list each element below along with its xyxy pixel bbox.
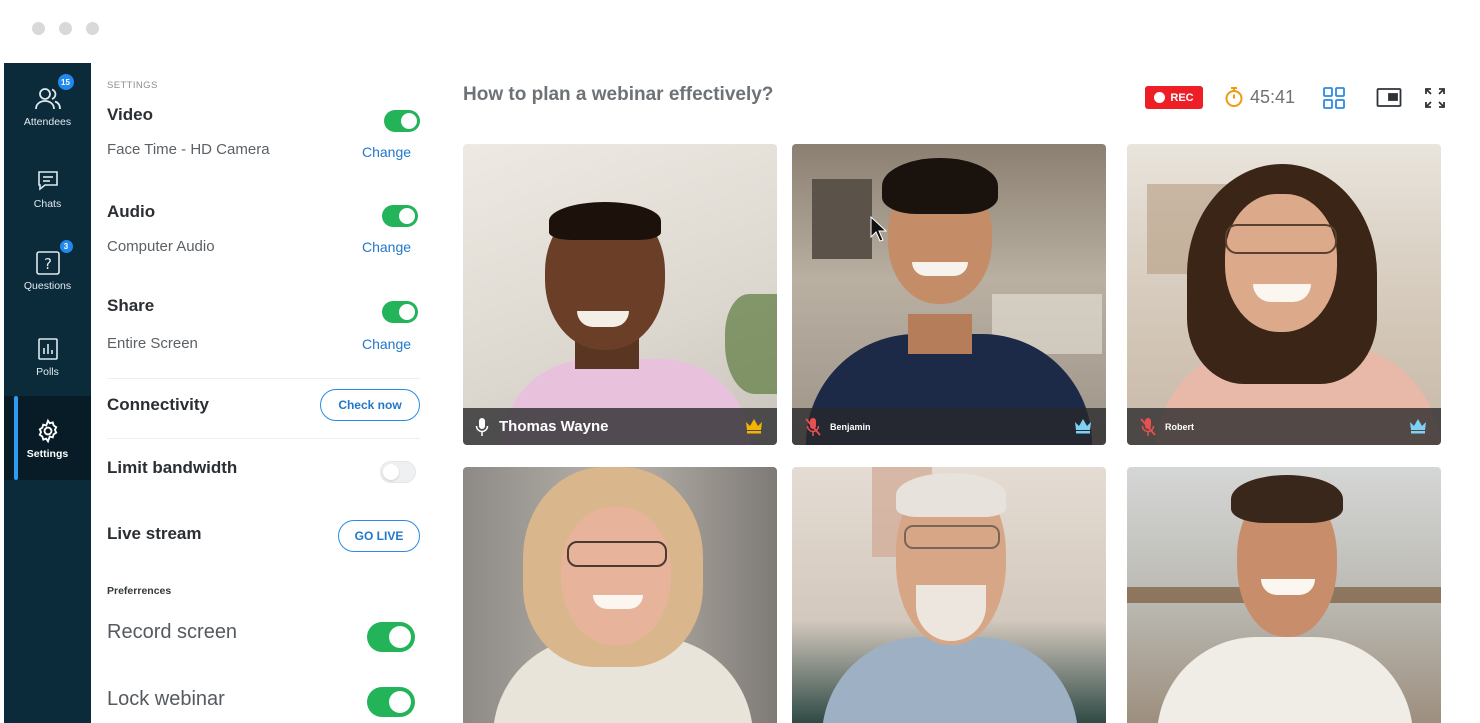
participant-neck (908, 314, 972, 354)
livestream-title: Live stream (107, 524, 202, 543)
grid-icon (1323, 87, 1345, 109)
participant-glasses (904, 525, 1000, 549)
crown-icon (746, 419, 762, 434)
microphone-muted-icon (805, 417, 821, 436)
bandwidth-toggle[interactable] (380, 461, 416, 483)
video-tile-participant-6[interactable] (1127, 467, 1441, 723)
poll-icon (33, 335, 63, 363)
svg-text:?: ? (44, 255, 52, 273)
mouse-cursor-icon (870, 216, 888, 242)
sidebar-item-chats[interactable]: Chats (4, 167, 91, 210)
timer-value: 45:41 (1250, 86, 1296, 107)
crown-icon (1075, 419, 1091, 434)
wall-picture-decoration (812, 179, 872, 259)
participant-name-bar: Benjamin (792, 408, 1106, 445)
sidebar-item-label: Polls (36, 366, 59, 378)
active-indicator (14, 396, 18, 480)
meeting-timer: 45:41 (1224, 86, 1295, 108)
share-device: Entire Screen (107, 335, 198, 352)
microphone-muted-icon (1140, 417, 1156, 436)
sidebar-item-questions[interactable]: ? 3 Questions (4, 239, 91, 292)
participant-glasses (1225, 224, 1337, 254)
video-title: Video (107, 105, 153, 124)
go-live-button[interactable]: GO LIVE (338, 520, 420, 552)
record-screen-toggle[interactable] (367, 622, 415, 652)
participant-hair (1231, 475, 1343, 523)
sidebar-item-polls[interactable]: Polls (4, 335, 91, 378)
window-dot[interactable] (86, 22, 99, 35)
microphone-icon (475, 417, 489, 436)
participant-name: Benjamin (830, 421, 871, 432)
connectivity-title: Connectivity (107, 395, 210, 414)
lock-webinar-title: Lock webinar (107, 688, 225, 710)
sidebar-item-label: Settings (26, 447, 69, 460)
participant-face (1225, 194, 1337, 332)
attendees-icon: 15 (33, 73, 75, 113)
participant-face (561, 507, 671, 645)
picture-in-picture-button[interactable] (1375, 84, 1403, 112)
participant-name-bar: Robert (1127, 408, 1441, 445)
divider (107, 438, 420, 439)
video-toggle[interactable] (384, 110, 420, 132)
participant-smile (912, 262, 968, 276)
audio-title: Audio (107, 202, 156, 221)
sidebar-item-label: Attendees (23, 116, 72, 128)
stopwatch-icon (1225, 87, 1243, 107)
chat-icon (33, 167, 63, 195)
divider (107, 378, 420, 379)
participant-hair (549, 202, 661, 240)
sidebar-item-attendees[interactable]: 15 Attendees (4, 73, 91, 128)
video-tile-benjamin[interactable]: Benjamin (792, 144, 1106, 445)
fullscreen-icon (1425, 88, 1445, 108)
grid-view-button[interactable] (1320, 84, 1348, 112)
sidebar-item-label: Chats (33, 198, 62, 210)
bandwidth-title: Limit bandwidth (107, 458, 238, 477)
rec-label: REC (1170, 91, 1194, 104)
participant-smile (1253, 284, 1311, 302)
settings-panel: SETTINGS Video Face Time - HD Camera Cha… (91, 63, 437, 723)
video-tile-thomas[interactable]: Thomas Wayne (463, 144, 777, 445)
question-icon: ? 3 (33, 239, 74, 277)
participant-hair (882, 158, 998, 214)
share-title: Share (107, 296, 155, 315)
record-indicator-button[interactable]: REC (1145, 86, 1203, 109)
audio-change-link[interactable]: Change (362, 239, 411, 255)
record-screen-title: Record screen (107, 621, 238, 643)
window-dot[interactable] (32, 22, 45, 35)
video-tile-robert[interactable]: Robert (1127, 144, 1441, 445)
sidebar-nav: 15 Attendees Chats ? 3 Questions Polls S… (4, 63, 91, 723)
participant-name: Thomas Wayne (499, 418, 609, 435)
plant-decoration (725, 294, 777, 394)
lock-webinar-toggle[interactable] (367, 687, 415, 717)
window-controls (32, 22, 99, 35)
audio-toggle[interactable] (382, 205, 418, 227)
sidebar-item-label: Questions (23, 280, 72, 292)
picture-in-picture-icon (1376, 88, 1402, 107)
participant-hair (896, 473, 1006, 517)
record-dot-icon (1154, 92, 1166, 103)
share-change-link[interactable]: Change (362, 336, 411, 352)
crown-icon (1410, 419, 1426, 434)
questions-badge: 3 (58, 239, 74, 254)
meeting-title: How to plan a webinar effectively? (463, 84, 774, 105)
window-dot[interactable] (59, 22, 72, 35)
video-device: Face Time - HD Camera (107, 141, 270, 158)
share-toggle[interactable] (382, 301, 418, 323)
audio-device: Computer Audio (107, 238, 215, 255)
video-change-link[interactable]: Change (362, 144, 411, 160)
participant-smile (593, 595, 643, 609)
video-tile-participant-5[interactable] (792, 467, 1106, 723)
fullscreen-button[interactable] (1421, 84, 1449, 112)
gear-icon (33, 417, 63, 445)
attendees-badge: 15 (56, 73, 75, 91)
preferences-caption: Preferrences (107, 585, 172, 597)
participant-smile (577, 311, 629, 327)
check-now-button[interactable]: Check now (320, 389, 420, 421)
participant-glasses (567, 541, 667, 567)
participant-smile (1261, 579, 1315, 595)
video-tile-participant-4[interactable] (463, 467, 777, 723)
participant-name: Robert (1165, 421, 1194, 432)
settings-caption: SETTINGS (107, 80, 158, 91)
participant-name-bar: Thomas Wayne (463, 408, 777, 445)
